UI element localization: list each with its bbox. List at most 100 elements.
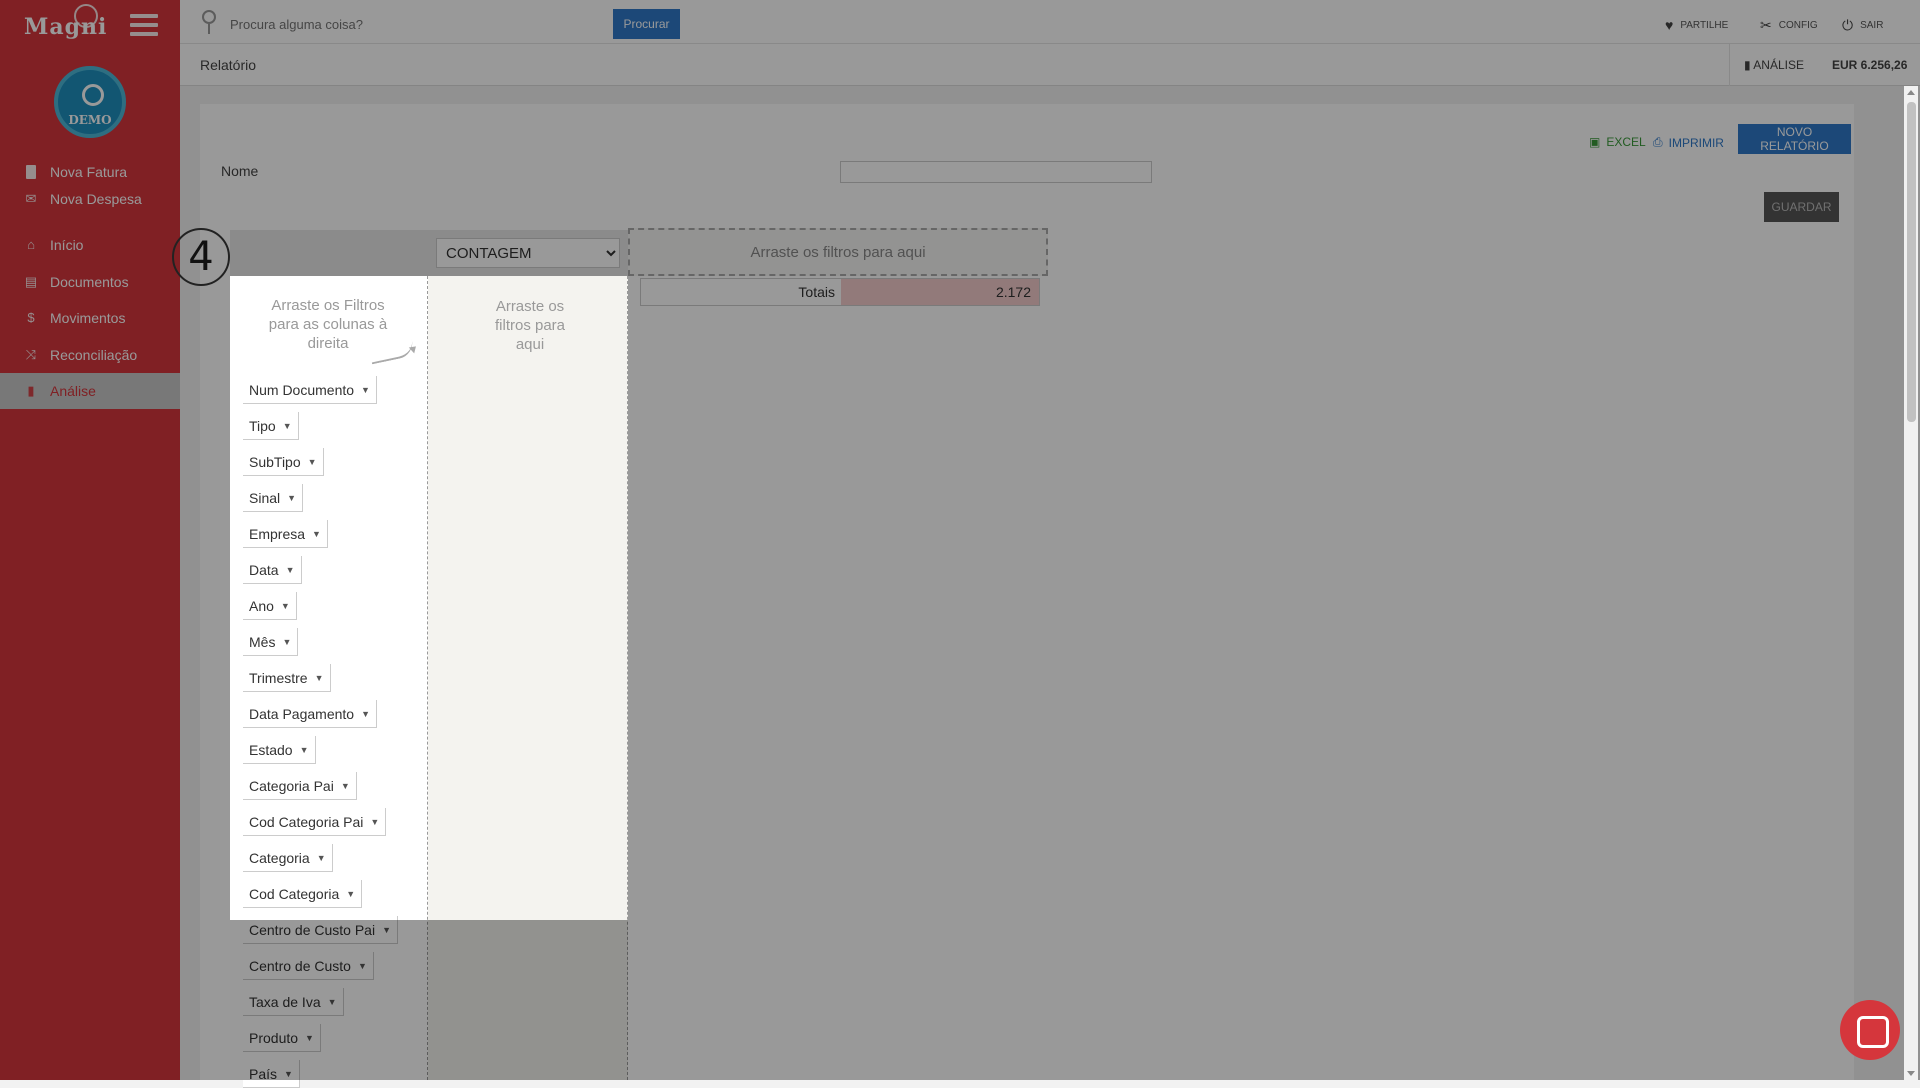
filter-chip-label: Empresa <box>249 525 306 542</box>
dropdown-arrow-icon[interactable]: ▼ <box>358 961 367 971</box>
home-icon: ⌂ <box>27 237 35 252</box>
dropdown-arrow-icon[interactable]: ▼ <box>305 1033 314 1043</box>
dropdown-arrow-icon[interactable]: ▼ <box>287 493 296 503</box>
sidebar-item-label: Início <box>50 237 84 253</box>
filter-chip-label: SubTipo <box>249 453 301 470</box>
dropdown-arrow-icon[interactable]: ▼ <box>382 925 391 935</box>
analysis-link[interactable]: ▮ ANÁLISE <box>1744 58 1804 72</box>
dropdown-arrow-icon[interactable]: ▼ <box>317 853 326 863</box>
documents-icon: ▤ <box>24 274 38 289</box>
filter-chip[interactable]: Data ▼ <box>243 556 302 584</box>
dropdown-arrow-icon[interactable]: ▼ <box>361 709 370 719</box>
print-link[interactable]: ⎙ IMPRIMIR <box>1653 135 1724 150</box>
sidebar-item-inicio[interactable]: ⌂ Início <box>0 227 180 263</box>
quick-action-label: Nova Fatura <box>50 164 128 180</box>
excel-label: EXCEL <box>1606 135 1646 149</box>
filter-chip-label: Data Pagamento <box>249 705 355 722</box>
filter-chip-label: Data <box>249 561 279 578</box>
scroll-up-icon[interactable] <box>1907 90 1915 95</box>
column-drop-zone[interactable]: Arraste os filtros para aqui <box>628 228 1048 276</box>
filter-chip[interactable]: Trimestre ▼ <box>243 664 331 692</box>
dropdown-arrow-icon[interactable]: ▼ <box>300 745 309 755</box>
aggregator-cell: CONTAGEM <box>428 230 628 276</box>
sidebar-item-movimentos[interactable]: $ Movimentos <box>0 300 180 336</box>
save-button[interactable]: GUARDAR <box>1764 192 1839 222</box>
filter-chip-label: Mês <box>249 633 276 650</box>
filter-chip[interactable]: Taxa de Iva ▼ <box>243 988 344 1016</box>
filter-chip[interactable]: Centro de Custo Pai ▼ <box>243 916 398 944</box>
logout-link[interactable]: ⏻ SAIR <box>1842 17 1883 34</box>
search-button[interactable]: Procurar <box>613 9 680 39</box>
scroll-down-icon[interactable] <box>1907 1071 1915 1076</box>
sidebar: Magni DEMO Nova Fatura ✉ Nova Despesa ⌂ … <box>0 0 180 1080</box>
print-label: IMPRIMIR <box>1668 135 1724 150</box>
filter-chip[interactable]: Centro de Custo ▼ <box>243 952 374 980</box>
pivot-corner <box>230 230 428 276</box>
dropdown-arrow-icon[interactable]: ▼ <box>312 529 321 539</box>
dropdown-arrow-icon[interactable]: ▼ <box>341 781 350 791</box>
divider <box>1729 44 1730 86</box>
name-field[interactable] <box>840 161 1152 183</box>
filter-chip-label: Centro de Custo Pai <box>249 921 376 938</box>
menu-toggle-icon[interactable] <box>130 14 158 36</box>
dropdown-arrow-icon[interactable]: ▼ <box>328 997 337 1007</box>
dropdown-arrow-icon[interactable]: ▼ <box>282 637 291 647</box>
dropdown-arrow-icon[interactable]: ▼ <box>283 421 292 431</box>
filter-chip-label: Num Documento <box>249 381 355 398</box>
dropdown-arrow-icon[interactable]: ▼ <box>308 457 317 467</box>
filter-chip[interactable]: Categoria ▼ <box>243 844 333 872</box>
dropdown-arrow-icon[interactable]: ▼ <box>281 601 290 611</box>
search-input[interactable] <box>228 12 588 36</box>
share-link[interactable]: ♥ PARTILHE <box>1665 17 1728 33</box>
filter-chip[interactable]: Cod Categoria ▼ <box>243 880 363 908</box>
printer-icon: ⎙ <box>1653 135 1663 149</box>
filter-chip-label: Centro de Custo <box>249 957 351 974</box>
filter-chip[interactable]: Cod Categoria Pai ▼ <box>243 808 387 836</box>
config-link[interactable]: ✂ CONFIG <box>1760 17 1818 34</box>
filter-chip-label: Sinal <box>249 489 281 506</box>
filter-chip[interactable]: SubTipo ▼ <box>243 448 324 476</box>
page-title: Relatório <box>200 57 257 73</box>
dropdown-arrow-icon[interactable]: ▼ <box>286 565 295 575</box>
bar-chart-icon: ▮ <box>27 383 35 398</box>
quick-action-new-expense[interactable]: ✉ Nova Despesa <box>0 181 180 217</box>
sub-header: Relatório ▮ ANÁLISE EUR 6.256,26 <box>180 44 1920 86</box>
filter-chip[interactable]: Produto ▼ <box>243 1024 321 1052</box>
tools-icon: ✂ <box>1760 17 1772 33</box>
analysis-label: ANÁLISE <box>1753 58 1804 72</box>
filter-chip[interactable]: Tipo ▼ <box>243 412 299 440</box>
filter-chip[interactable]: Data Pagamento ▼ <box>243 700 377 728</box>
sidebar-item-reconciliacao[interactable]: ⤨ Reconciliação <box>0 337 180 373</box>
filter-chip[interactable]: Ano ▼ <box>243 592 297 620</box>
sidebar-item-analise[interactable]: ▮ Análise <box>0 373 180 409</box>
totals-label: Totais <box>641 279 841 305</box>
dropdown-arrow-icon[interactable]: ▼ <box>346 889 355 899</box>
aggregator-select[interactable]: CONTAGEM <box>436 238 620 268</box>
scroll-thumb[interactable] <box>1907 102 1916 422</box>
sidebar-item-documentos[interactable]: ▤ Documentos <box>0 264 180 300</box>
filter-chip-label: Trimestre <box>249 669 308 686</box>
filter-chip[interactable]: Categoria Pai ▼ <box>243 772 357 800</box>
dropdown-arrow-icon[interactable]: ▼ <box>361 385 370 395</box>
new-report-button[interactable]: NOVO RELATÓRIO <box>1738 124 1851 154</box>
excel-export-link[interactable]: ▣ EXCEL <box>1589 135 1646 149</box>
file-icon <box>26 165 36 179</box>
row-drop-zone[interactable]: Arraste os filtros para aqui <box>428 276 628 1080</box>
filter-chip-label: País <box>249 1065 278 1082</box>
unused-filters-column[interactable]: Arraste os Filtros para as colunas à dir… <box>230 276 428 1088</box>
filter-chip[interactable]: País ▼ <box>243 1060 300 1088</box>
config-label: CONFIG <box>1778 20 1818 31</box>
filter-chip[interactable]: Empresa ▼ <box>243 520 328 548</box>
dropdown-arrow-icon[interactable]: ▼ <box>315 673 324 683</box>
filter-chip[interactable]: Sinal ▼ <box>243 484 304 512</box>
filter-chip[interactable]: Estado ▼ <box>243 736 316 764</box>
chat-icon[interactable] <box>1840 1000 1900 1060</box>
filter-chip[interactable]: Mês ▼ <box>243 628 299 656</box>
avatar[interactable]: DEMO <box>54 66 126 138</box>
dropdown-arrow-icon[interactable]: ▼ <box>284 1069 293 1079</box>
page-scrollbar[interactable] <box>1904 86 1918 1080</box>
filter-chip[interactable]: Num Documento ▼ <box>243 376 377 404</box>
row-drop-hint: Arraste os filtros para aqui <box>494 298 566 353</box>
heart-icon: ♥ <box>1665 17 1674 33</box>
dropdown-arrow-icon[interactable]: ▼ <box>370 817 379 827</box>
